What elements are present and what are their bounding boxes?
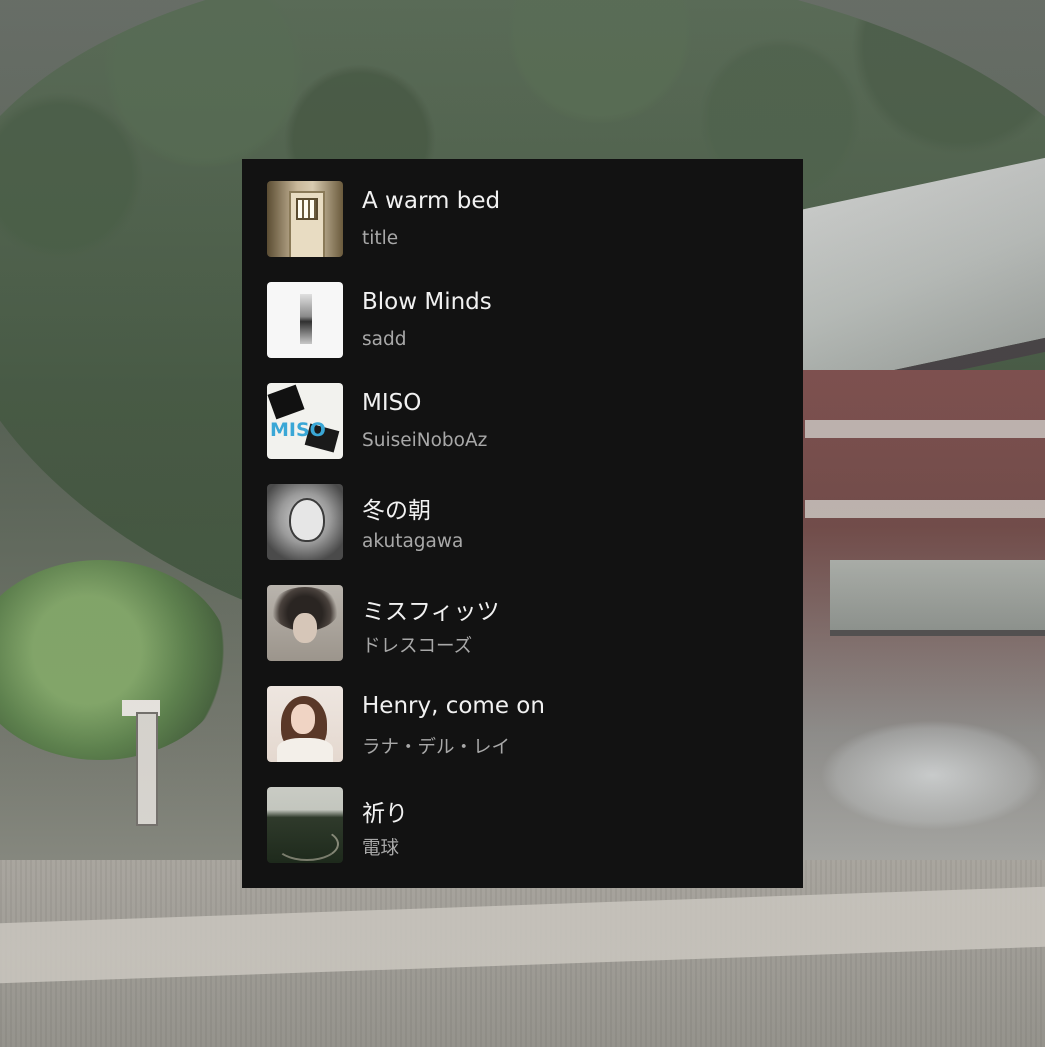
track-title: Henry, come on <box>362 693 545 719</box>
track-artist: sadd <box>362 329 407 350</box>
album-cover-girl-sketch-icon <box>267 484 343 560</box>
track-artist: akutagawa <box>362 531 464 552</box>
album-cover-white-slab-icon <box>267 282 343 358</box>
track-artist: ラナ・デル・レイ <box>362 737 511 758</box>
track-item[interactable]: MISO MISO SuiseiNoboAz <box>242 383 803 484</box>
track-title: MISO <box>362 390 422 416</box>
track-item[interactable]: ミスフィッツ ドレスコーズ <box>242 585 803 686</box>
track-list-panel: A warm bed title Blow Minds sadd MISO MI… <box>242 159 803 888</box>
face-shape <box>289 498 325 542</box>
album-cover-portrait-icon <box>267 686 343 762</box>
road-shape <box>275 827 339 861</box>
cover-text: MISO <box>270 419 326 441</box>
album-cover-door-icon <box>267 181 343 257</box>
cover-shape <box>267 384 305 420</box>
face-shape <box>291 704 315 734</box>
track-title: 冬の朝 <box>362 498 431 524</box>
track-title: ミスフィッツ <box>362 599 500 625</box>
track-artist: SuiseiNoboAz <box>362 430 488 451</box>
slab-shape <box>300 294 312 344</box>
track-artist: ドレスコーズ <box>362 636 473 657</box>
track-artist: title <box>362 228 399 249</box>
album-cover-landscape-icon <box>267 787 343 863</box>
album-cover-miso-icon: MISO <box>267 383 343 459</box>
track-item[interactable]: A warm bed title <box>242 181 803 282</box>
track-title: A warm bed <box>362 188 501 214</box>
window-shape <box>296 198 318 220</box>
album-cover-messy-hair-icon <box>267 585 343 661</box>
track-title: 祈り <box>362 801 408 827</box>
track-item[interactable]: 冬の朝 akutagawa <box>242 484 803 585</box>
face-shape <box>293 613 317 643</box>
dress-shape <box>277 738 333 762</box>
track-item[interactable]: Henry, come on ラナ・デル・レイ <box>242 686 803 787</box>
track-artist: 電球 <box>362 838 400 859</box>
track-item[interactable]: 祈り 電球 <box>242 787 803 888</box>
track-item[interactable]: Blow Minds sadd <box>242 282 803 383</box>
track-title: Blow Minds <box>362 289 492 315</box>
